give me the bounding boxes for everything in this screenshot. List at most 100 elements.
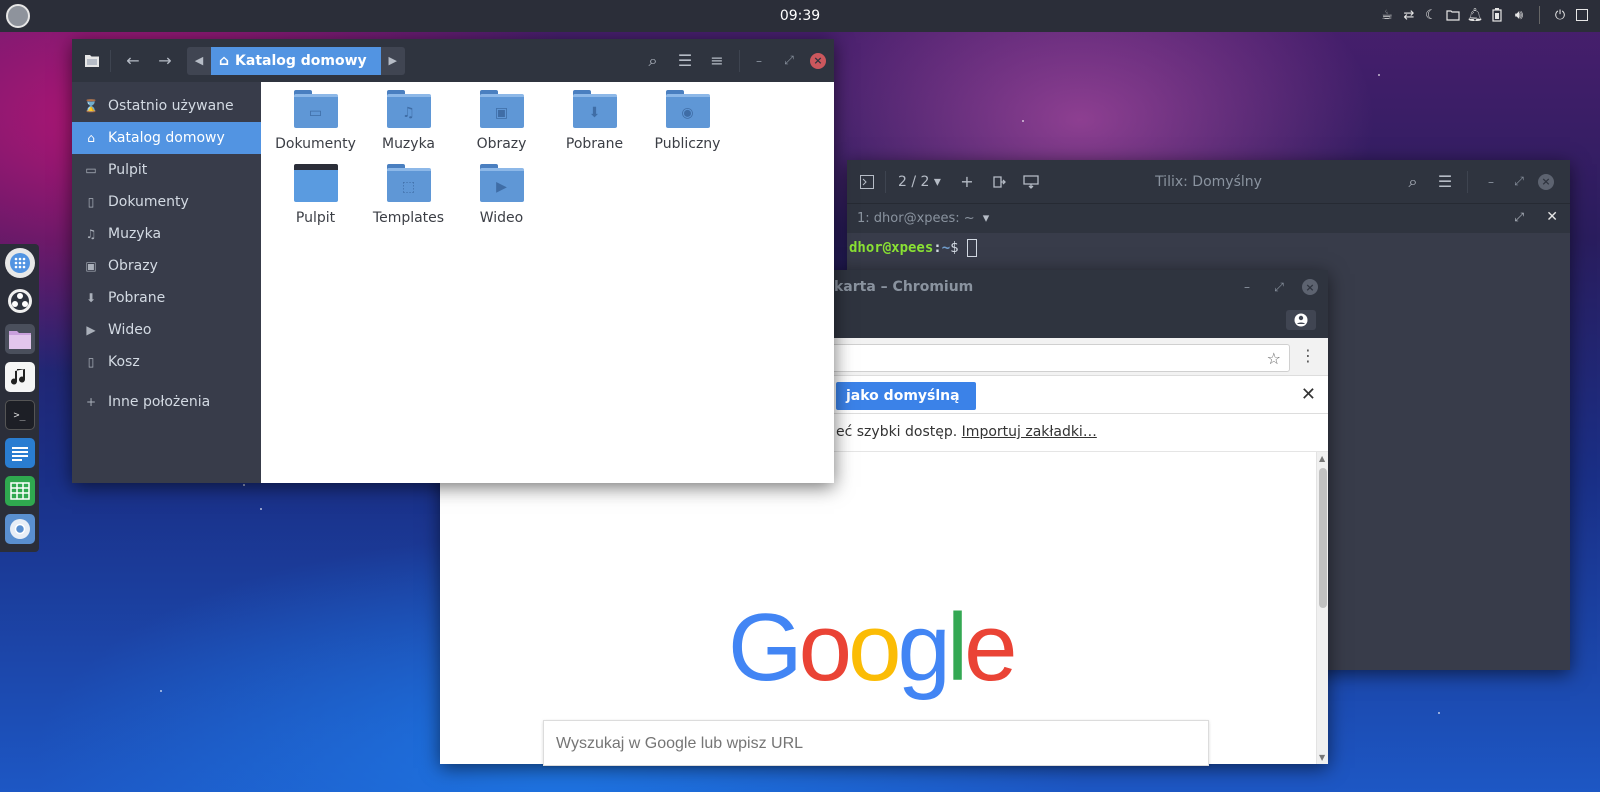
sidebar-item-label: Inne położenia <box>108 394 211 410</box>
session-counter[interactable]: 2 / 2 ▾ <box>898 174 941 190</box>
minimize-icon[interactable]: – <box>750 52 768 70</box>
sidebar-item-music[interactable]: ♫ Muzyka <box>72 218 261 250</box>
close-icon[interactable]: × <box>810 52 826 69</box>
folder-item-documents[interactable]: ▭ Dokumenty <box>269 90 362 164</box>
close-pane-icon[interactable]: ✕ <box>1546 209 1558 225</box>
folder-icon: ▣ <box>479 90 524 128</box>
writer-icon[interactable] <box>4 438 35 468</box>
chevron-down-icon[interactable]: ▾ <box>983 211 990 226</box>
app-menu-button[interactable] <box>6 4 30 28</box>
scroll-thumb[interactable] <box>1319 468 1327 608</box>
close-icon[interactable]: ✕ <box>1301 384 1316 405</box>
sidebar-item-label: Pulpit <box>108 162 148 178</box>
folder-item-templates[interactable]: ⬚ Templates <box>362 164 455 238</box>
transfer-icon[interactable]: ⇄ <box>1401 6 1417 24</box>
notification-icon[interactable]: 🔔︎ <box>1467 6 1484 24</box>
path-crumb-home[interactable]: ⌂ Katalog domowy <box>211 46 381 75</box>
terminal-output[interactable]: dhor@xpees:~$ <box>847 233 1570 263</box>
bookmark-hint-text: eć szybki dostęp. <box>836 424 958 440</box>
close-icon[interactable]: × <box>1302 279 1318 295</box>
logo-letter: o <box>848 594 901 701</box>
night-mode-icon[interactable]: ☾ <box>1423 6 1439 24</box>
terminal-cursor <box>967 239 978 257</box>
path-scroll-right-icon[interactable]: ▶ <box>380 46 405 75</box>
add-session-icon[interactable]: + <box>951 167 983 197</box>
terminal-menu-icon[interactable] <box>855 167 879 197</box>
bookmark-star-icon[interactable]: ☆ <box>1267 349 1281 368</box>
volume-icon[interactable]: 🔊︎ <box>1511 6 1527 24</box>
import-bookmarks-link[interactable]: Importuj zakładki… <box>962 424 1097 440</box>
files-icon[interactable] <box>4 324 35 354</box>
view-list-icon[interactable]: ☰ <box>669 46 701 76</box>
hamburger-menu-icon[interactable]: ≡ <box>701 46 733 76</box>
hamburger-menu-icon[interactable]: ☰ <box>1429 167 1461 197</box>
sidebar-item-home[interactable]: ⌂ Katalog domowy <box>72 122 261 154</box>
folder-emblem: ⬇ <box>572 94 617 128</box>
power-icon[interactable]: ⏻ <box>1552 6 1568 24</box>
session-name[interactable]: 1: dhor@xpees: ~ <box>857 211 975 226</box>
search-icon[interactable]: ⌕ <box>1397 167 1429 197</box>
folder-icon[interactable] <box>1445 6 1461 24</box>
trash-icon: ▯ <box>87 355 95 369</box>
minimize-icon[interactable]: – <box>1482 173 1500 191</box>
maximize-icon[interactable]: ⤢ <box>1510 173 1528 191</box>
profile-button[interactable] <box>1286 310 1316 330</box>
split-down-icon[interactable] <box>1015 167 1047 197</box>
file-item-label: Pulpit <box>295 210 336 226</box>
terminal-icon[interactable]: >_ <box>4 400 35 430</box>
dock: >_ <box>0 244 39 552</box>
folder-item-music[interactable]: ♫ Muzyka <box>362 90 455 164</box>
folder-item-pictures[interactable]: ▣ Obrazy <box>455 90 548 164</box>
file-manager-app-icon[interactable] <box>80 46 104 76</box>
chromium-icon[interactable] <box>4 514 35 544</box>
sidebar-item-trash[interactable]: ▯ Kosz <box>72 346 261 378</box>
sidebar-item-label: Dokumenty <box>108 194 189 210</box>
folder-item-downloads[interactable]: ⬇ Pobrane <box>548 90 641 164</box>
maximize-pane-icon[interactable]: ⤢ <box>1514 210 1524 225</box>
sidebar-item-videos[interactable]: ▶ Wideo <box>72 314 261 346</box>
minimize-icon[interactable]: – <box>1238 278 1256 296</box>
split-right-icon[interactable] <box>983 167 1015 197</box>
folder-item-videos[interactable]: ▶ Wideo <box>455 164 548 238</box>
file-item-label: Pobrane <box>565 136 624 152</box>
path-scroll-left-icon[interactable]: ◀ <box>187 46 211 75</box>
sidebar-item-documents[interactable]: ▯ Dokumenty <box>72 186 261 218</box>
folder-icon: ▶ <box>479 164 524 202</box>
folder-icon: ⬚ <box>386 164 431 202</box>
music-icon[interactable] <box>4 362 35 392</box>
calc-icon[interactable] <box>4 476 35 506</box>
forward-arrow-icon[interactable]: → <box>149 46 181 76</box>
folder-emblem: ◉ <box>665 94 710 128</box>
file-manager-titlebar[interactable]: ← → ◀ ⌂ Katalog domowy ▶ ⌕ ☰ ≡ – ⤢ × <box>72 39 834 82</box>
sidebar-item-desktop[interactable]: ▭ Pulpit <box>72 154 261 186</box>
google-search-input[interactable]: Wyszukaj w Google lub wpisz URL <box>543 720 1209 766</box>
system-icon[interactable] <box>5 286 35 316</box>
search-icon[interactable]: ⌕ <box>637 46 669 76</box>
session-bar[interactable]: 1: dhor@xpees: ~ ▾ ⤢ ✕ <box>847 203 1570 233</box>
apps-grid-icon[interactable] <box>4 248 35 278</box>
browser-menu-icon[interactable]: ⋮ <box>1300 346 1316 365</box>
sidebar-item-downloads[interactable]: ⬇ Pobrane <box>72 282 261 314</box>
scroll-down-icon[interactable]: ▼ <box>1319 753 1325 762</box>
maximize-icon[interactable]: ⤢ <box>1270 278 1288 296</box>
image-icon: ▣ <box>85 259 97 273</box>
sidebar-item-pictures[interactable]: ▣ Obrazy <box>72 250 261 282</box>
set-default-button[interactable]: jako domyślną <box>836 382 976 410</box>
sidebar-item-recent[interactable]: ⌛ Ostatnio używane <box>72 90 261 122</box>
scroll-up-icon[interactable]: ▲ <box>1319 454 1325 463</box>
battery-icon[interactable] <box>1489 6 1505 24</box>
clock[interactable]: 09:39 <box>0 8 1600 24</box>
show-desktop-icon[interactable] <box>1574 6 1590 24</box>
coffee-icon[interactable]: ☕ <box>1379 6 1395 24</box>
separator <box>1467 170 1468 193</box>
folder-item-desktop[interactable]: Pulpit <box>269 164 362 238</box>
folder-item-public[interactable]: ◉ Publiczny <box>641 90 734 164</box>
close-icon[interactable]: × <box>1538 173 1554 190</box>
folder-emblem: ⬚ <box>386 168 431 202</box>
desktop-icon: ▭ <box>85 163 97 177</box>
maximize-icon[interactable]: ⤢ <box>780 52 798 70</box>
page-scrollbar[interactable]: ▲ ▼ <box>1316 452 1328 764</box>
terminal-titlebar[interactable]: 2 / 2 ▾ + Tilix: Domyślny ⌕ ☰ – ⤢ × <box>847 160 1570 203</box>
sidebar-item-other-locations[interactable]: + Inne położenia <box>72 386 261 418</box>
back-arrow-icon[interactable]: ← <box>117 46 149 76</box>
